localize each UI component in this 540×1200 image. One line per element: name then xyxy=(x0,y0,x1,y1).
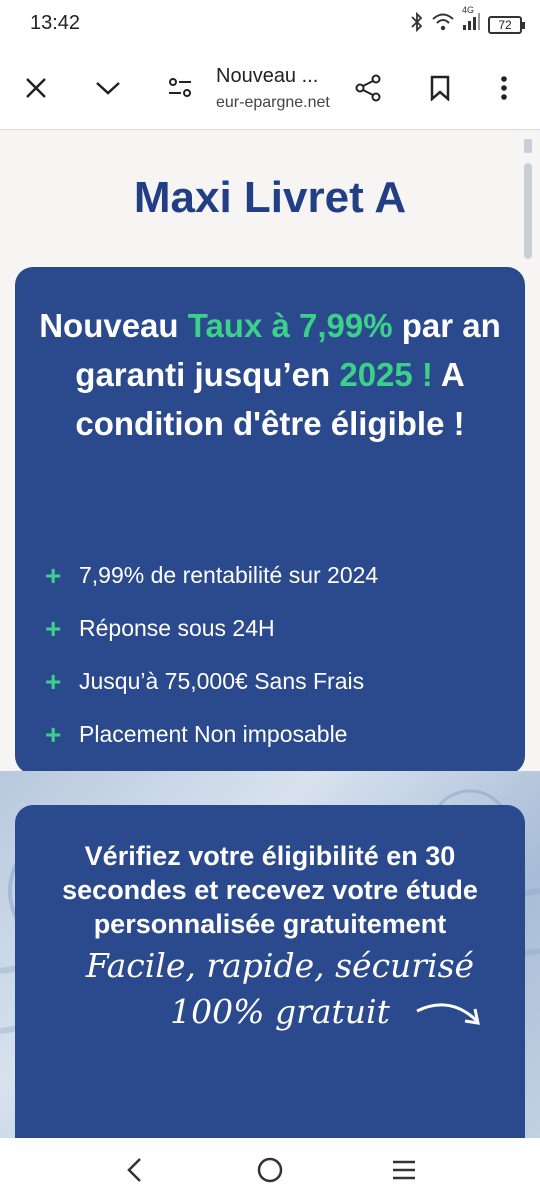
benefit-text: Jusqu’à 75,000€ Sans Frais xyxy=(79,668,365,694)
benefit-text: Réponse sous 24H xyxy=(79,615,275,641)
wifi-icon xyxy=(432,13,454,36)
benefit-item: + Jusqu’à 75,000€ Sans Frais xyxy=(45,655,378,708)
headline-part1: Nouveau xyxy=(39,307,188,344)
url-domain[interactable]: eur-epargne.net xyxy=(216,94,330,112)
tagline-line2-row: 100% gratuit xyxy=(75,989,485,1035)
status-bar: 13:42 4G 72 xyxy=(0,0,540,48)
benefit-text: 7,99% de rentabilité sur 2024 xyxy=(79,562,379,588)
offer-headline: Nouveau Taux à 7,99% par an garanti jusq… xyxy=(35,301,505,448)
eligibility-text: Vérifiez votre éligibilité en 30 seconde… xyxy=(62,841,478,939)
close-icon[interactable] xyxy=(16,68,56,108)
curved-arrow-icon xyxy=(415,991,485,1047)
back-icon[interactable] xyxy=(114,1150,154,1190)
tagline: Facile, rapide, sécurisé 100% gratuit xyxy=(75,943,485,1035)
signal-icon: 4G xyxy=(462,5,480,36)
page-title-text[interactable]: Nouveau ... xyxy=(216,65,318,88)
benefit-item: + Placement Non imposable xyxy=(45,708,378,761)
home-icon[interactable] xyxy=(250,1150,290,1190)
benefits-list: +7,99% de rentabilité sur 2024 + Réponse … xyxy=(45,549,378,761)
browser-toolbar: Nouveau ... eur-epargne.net xyxy=(0,48,540,130)
page-title: Maxi Livret A xyxy=(133,173,407,222)
offer-card: Nouveau Taux à 7,99% par an garanti jusq… xyxy=(15,267,525,774)
benefit-text: Placement Non imposable xyxy=(79,721,348,747)
more-icon[interactable] xyxy=(484,68,524,108)
recents-icon[interactable] xyxy=(384,1150,424,1190)
battery-icon: 72 xyxy=(488,15,525,34)
headline-rate: Taux à 7,99% xyxy=(187,307,393,344)
share-icon[interactable] xyxy=(348,68,388,108)
site-settings-icon[interactable] xyxy=(160,68,200,108)
system-nav-bar xyxy=(0,1138,540,1200)
plus-icon: + xyxy=(45,718,62,750)
status-icons: 4G 72 xyxy=(410,5,525,37)
bluetooth-icon xyxy=(410,11,424,37)
eligibility-card[interactable]: Vérifiez votre éligibilité en 30 seconde… xyxy=(15,805,525,1138)
plus-icon: + xyxy=(45,559,62,591)
headline-year: 2025 ! xyxy=(339,356,433,393)
chevron-down-icon[interactable] xyxy=(88,68,128,108)
web-page[interactable]: Maxi Livret A Nouveau Taux à 7,99% par a… xyxy=(0,131,540,1138)
status-time: 13:42 xyxy=(30,12,81,34)
bookmark-icon[interactable] xyxy=(420,68,460,108)
tagline-line2: 100% gratuit xyxy=(170,992,390,1031)
benefit-item: +7,99% de rentabilité sur 2024 xyxy=(45,549,378,602)
scroll-indicator-top xyxy=(524,139,532,153)
tagline-line1: Facile, rapide, sécurisé xyxy=(85,946,475,985)
benefit-item: + Réponse sous 24H xyxy=(45,602,378,655)
network-type: 4G xyxy=(462,5,475,15)
plus-icon: + xyxy=(45,665,62,697)
plus-icon: + xyxy=(45,612,62,644)
